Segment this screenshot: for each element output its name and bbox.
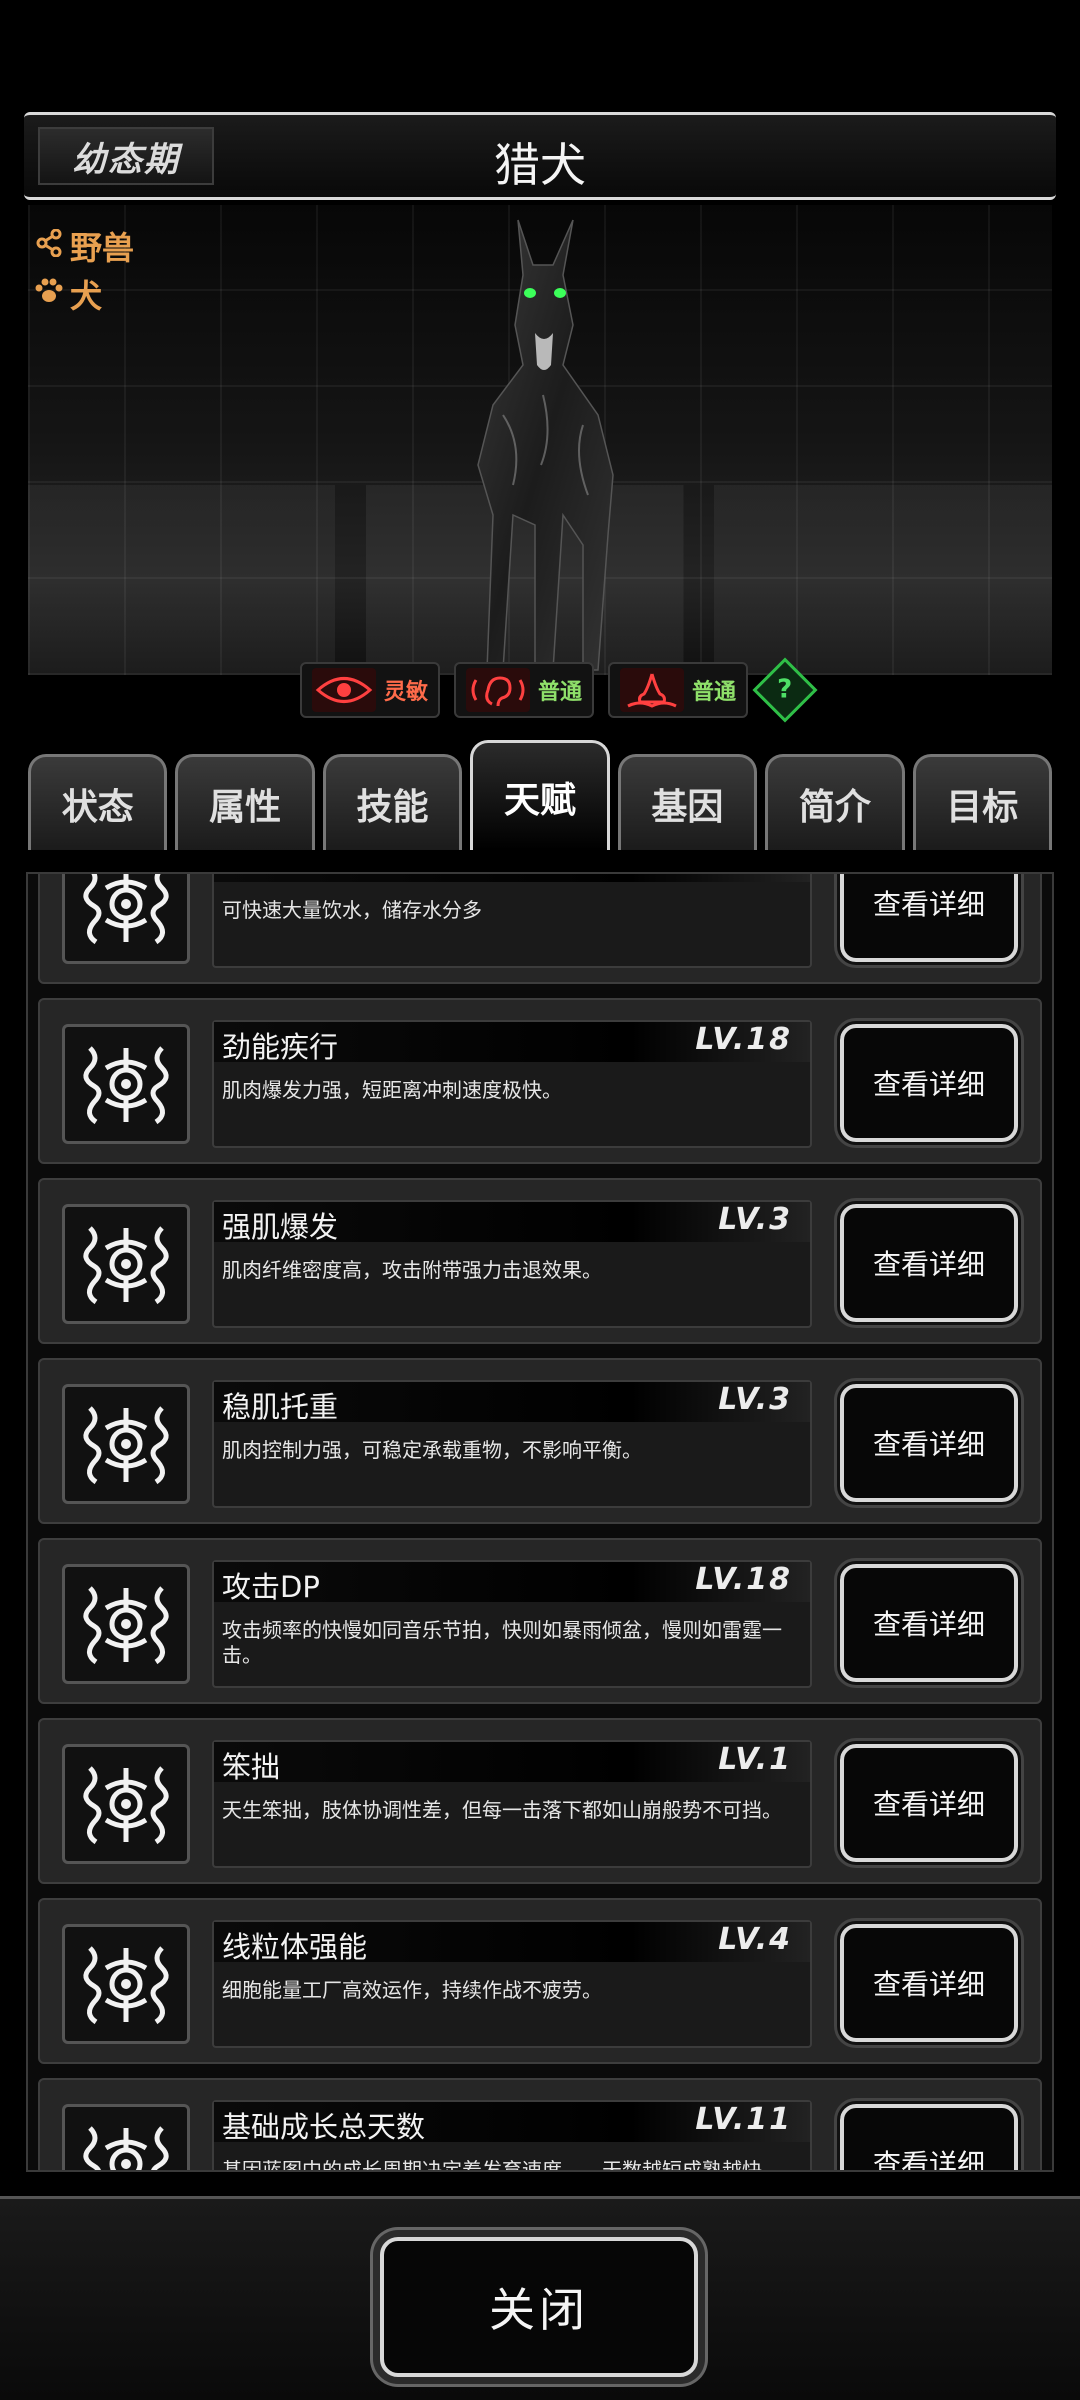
share-icon: [34, 228, 64, 264]
eye-icon: [312, 668, 376, 712]
talent-name-bar: 基础成长总天数 LV.11: [214, 2102, 810, 2144]
creature-scene: 野兽 犬: [28, 205, 1052, 675]
talent-emblem-icon: [62, 1204, 190, 1324]
talent-name: 强肌爆发: [222, 1210, 339, 1244]
sense-sight[interactable]: 灵敏: [300, 662, 441, 718]
tag-label: 犬: [70, 277, 103, 315]
view-details-button[interactable]: 查看详细: [837, 1921, 1021, 2045]
sense-label: 普通: [538, 680, 583, 705]
view-details-button[interactable]: 查看详细: [837, 874, 1021, 965]
talent-info: 可快速大量饮水，储存水分多: [212, 874, 812, 968]
talent-card: 攻击DP LV.18 攻击频率的快慢如同音乐节拍，快则如暴雨倾盆，慢则如雷霆一击…: [38, 1538, 1042, 1704]
talent-level: LV.18: [695, 1562, 792, 1597]
talent-list[interactable]: 可快速大量饮水，储存水分多 查看详细 劲能疾行 LV.18 肌肉爆发力强，短距离…: [26, 872, 1054, 2172]
hound-creature-image: [477, 219, 614, 671]
talent-card: 强肌爆发 LV.3 肌肉纤维密度高，攻击附带强力击退效果。 查看详细: [38, 1178, 1042, 1344]
talent-description: 肌肉控制力强，可稳定承载重物，不影响平衡。: [222, 1438, 642, 1462]
talent-card: 笨拙 LV.1 天生笨拙，肢体协调性差，但每一击落下都如山崩般势不可挡。 查看详…: [38, 1718, 1042, 1884]
talent-name-bar: 强肌爆发 LV.3: [214, 1202, 810, 1244]
tab-status[interactable]: 状态: [28, 754, 168, 850]
tag-dog: 犬: [34, 271, 102, 317]
talent-card: 可快速大量饮水，储存水分多 查看详细: [38, 874, 1042, 984]
talent-name-bar: 劲能疾行 LV.18: [214, 1022, 810, 1064]
sense-hearing[interactable]: 普通: [454, 662, 595, 718]
talent-description: 肌肉爆发力强，短距离冲刺速度极快。: [222, 1078, 562, 1102]
talent-description: 天生笨拙，肢体协调性差，但每一击落下都如山崩般势不可挡。: [222, 1798, 782, 1822]
talent-level: LV.1: [718, 1742, 792, 1777]
tab-goals[interactable]: 目标: [912, 754, 1052, 850]
tab-skills[interactable]: 技能: [322, 754, 463, 850]
talent-level: LV.18: [695, 1022, 792, 1057]
talent-card: 劲能疾行 LV.18 肌肉爆发力强，短距离冲刺速度极快。 查看详细: [38, 998, 1042, 1164]
talent-emblem-icon: [62, 1924, 190, 2044]
talent-level: LV.11: [695, 2102, 792, 2137]
talent-name: 基础成长总天数: [222, 2110, 426, 2144]
talent-card: 线粒体强能 LV.4 细胞能量工厂高效运作，持续作战不疲劳。 查看详细: [38, 1898, 1042, 2064]
talent-name: 劲能疾行: [222, 1030, 339, 1064]
talent-description: 肌肉纤维密度高，攻击附带强力击退效果。: [222, 1258, 602, 1282]
talent-description: 攻击频率的快慢如同音乐节拍，快则如暴雨倾盆，慢则如雷霆一击。: [222, 1618, 782, 1667]
question-icon: ?: [777, 675, 793, 705]
talent-emblem-icon: [62, 1744, 190, 1864]
ear-icon: [466, 668, 531, 712]
talent-info: 攻击DP LV.18 攻击频率的快慢如同音乐节拍，快则如暴雨倾盆，慢则如雷霆一击…: [212, 1560, 812, 1688]
talent-description: 基因蓝图中的成长周期决定着发育速度——天数越短成熟越快，越长则积累越深: [222, 2158, 782, 2172]
talent-name: 稳肌托重: [222, 1390, 339, 1424]
header-bar: 幼态期 猎犬: [24, 112, 1056, 200]
paw-icon: [34, 277, 64, 312]
page-title: 猎犬: [494, 138, 586, 192]
talent-card: 基础成长总天数 LV.11 基因蓝图中的成长周期决定着发育速度——天数越短成熟越…: [38, 2078, 1042, 2172]
help-button[interactable]: ?: [752, 657, 818, 723]
tab-talents[interactable]: 天赋: [470, 740, 610, 850]
view-details-button[interactable]: 查看详细: [837, 1561, 1021, 1685]
sense-smell[interactable]: 普通: [608, 662, 749, 718]
talent-info: 稳肌托重 LV.3 肌肉控制力强，可稳定承载重物，不影响平衡。: [212, 1380, 812, 1508]
close-button[interactable]: 关闭: [380, 2237, 698, 2377]
talent-name: 笨拙: [222, 1750, 281, 1784]
tab-genes[interactable]: 基因: [617, 754, 758, 850]
talent-description: 可快速大量饮水，储存水分多: [222, 898, 482, 922]
footer: 关闭: [0, 2196, 1080, 2400]
talent-card: 稳肌托重 LV.3 肌肉控制力强，可稳定承载重物，不影响平衡。 查看详细: [38, 1358, 1042, 1524]
talent-emblem-icon: [62, 1024, 190, 1144]
talent-name-bar: [214, 874, 810, 882]
talent-level: LV.4: [718, 1922, 792, 1957]
talent-name-bar: 攻击DP LV.18: [214, 1562, 810, 1604]
view-details-button[interactable]: 查看详细: [837, 1021, 1021, 1145]
talent-name-bar: 笨拙 LV.1: [214, 1742, 810, 1784]
sense-label: 灵敏: [384, 680, 429, 705]
talent-info: 基础成长总天数 LV.11 基因蓝图中的成长周期决定着发育速度——天数越短成熟越…: [212, 2100, 812, 2172]
talent-name-bar: 线粒体强能 LV.4: [214, 1922, 810, 1964]
tag-label: 野兽: [70, 229, 135, 267]
talent-info: 强肌爆发 LV.3 肌肉纤维密度高，攻击附带强力击退效果。: [212, 1200, 812, 1328]
tab-attributes[interactable]: 属性: [175, 754, 315, 850]
talent-name: 攻击DP: [222, 1570, 320, 1604]
view-details-button[interactable]: 查看详细: [837, 2101, 1021, 2170]
talent-info: 劲能疾行 LV.18 肌肉爆发力强，短距离冲刺速度极快。: [212, 1020, 812, 1148]
talent-description: 细胞能量工厂高效运作，持续作战不疲劳。: [222, 1978, 602, 2002]
talent-info: 线粒体强能 LV.4 细胞能量工厂高效运作，持续作战不疲劳。: [212, 1920, 812, 2048]
tab-bar: 状态 属性 技能 天赋 基因 简介 目标: [28, 740, 1052, 850]
talent-name-bar: 稳肌托重 LV.3: [214, 1382, 810, 1424]
talent-info: 笨拙 LV.1 天生笨拙，肢体协调性差，但每一击落下都如山崩般势不可挡。: [212, 1740, 812, 1868]
talent-emblem-icon: [62, 2104, 190, 2170]
view-details-button[interactable]: 查看详细: [837, 1381, 1021, 1505]
talent-emblem-icon: [62, 1564, 190, 1684]
talent-emblem-icon: [62, 874, 190, 964]
view-details-button[interactable]: 查看详细: [837, 1741, 1021, 1865]
nose-icon: [620, 668, 685, 712]
tab-intro[interactable]: 简介: [765, 754, 905, 850]
talent-name: 线粒体强能: [222, 1930, 368, 1964]
talent-level: LV.3: [718, 1382, 792, 1417]
talent-emblem-icon: [62, 1384, 190, 1504]
senses-row: 灵敏 普通 普通 ?: [300, 657, 818, 723]
talent-level: LV.3: [718, 1202, 792, 1237]
tag-beast: 野兽: [34, 223, 134, 269]
sense-label: 普通: [692, 680, 737, 705]
view-details-button[interactable]: 查看详细: [837, 1201, 1021, 1325]
